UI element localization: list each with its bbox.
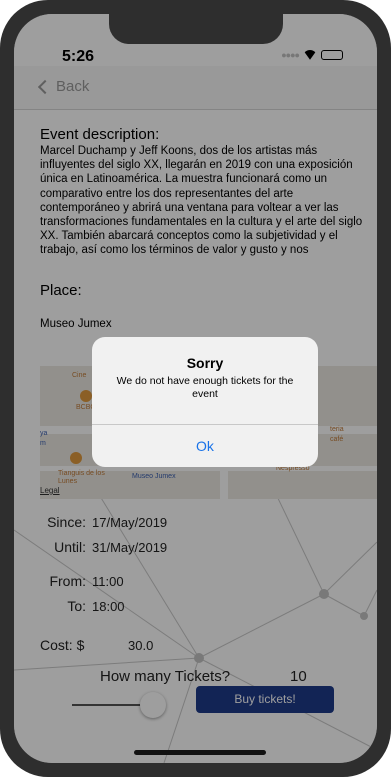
alert-title: Sorry — [186, 355, 224, 371]
home-indicator[interactable] — [134, 750, 266, 755]
alert-ok-button[interactable]: Ok — [92, 425, 318, 467]
status-time: 5:26 — [62, 48, 95, 65]
signal-icon: ●●●● — [281, 50, 300, 60]
screen: 5:26 ●●●● Back Event description: Marcel… — [14, 14, 377, 763]
wifi-icon — [303, 50, 317, 60]
notch — [109, 14, 283, 44]
device-frame: 5:26 ●●●● Back Event description: Marcel… — [0, 0, 391, 777]
alert-message: We do not have enough tickets for the ev… — [116, 375, 294, 400]
battery-icon — [321, 50, 343, 60]
status-icons: ●●●● — [281, 50, 343, 60]
alert-dialog: Sorry We do not have enough tickets for … — [92, 337, 318, 467]
